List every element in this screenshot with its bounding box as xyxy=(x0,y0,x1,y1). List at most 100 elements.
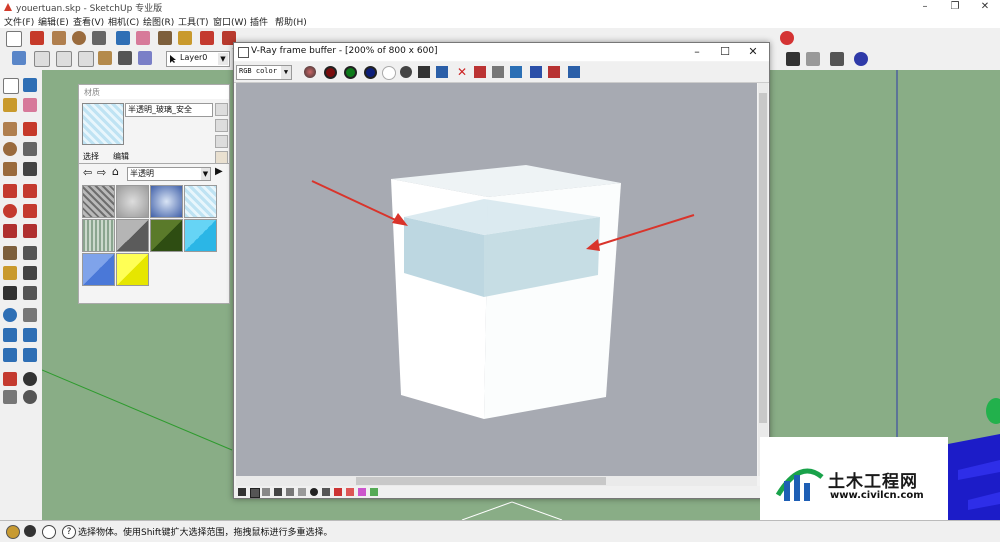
select-tool-icon[interactable] xyxy=(6,31,22,47)
material-swatch[interactable] xyxy=(150,219,183,252)
select-tool-icon[interactable] xyxy=(3,78,19,94)
ab-compare-icon[interactable] xyxy=(334,488,342,496)
pencil-tool-icon[interactable] xyxy=(30,31,44,45)
layer-dropdown[interactable]: Layer0 ▼ xyxy=(166,51,230,67)
material-swatch[interactable] xyxy=(82,253,115,286)
menu-tools[interactable]: 工具(T) xyxy=(178,15,209,28)
push-pull-icon[interactable] xyxy=(23,184,37,198)
scale-tool-icon[interactable] xyxy=(3,224,17,238)
redo-icon[interactable] xyxy=(806,52,820,66)
material-swatch[interactable] xyxy=(116,185,149,218)
vfb-maximize-button[interactable]: ☐ xyxy=(712,44,738,60)
rendered-image[interactable] xyxy=(236,83,757,476)
rectangle-tool-icon[interactable] xyxy=(3,122,17,136)
compare-icon[interactable] xyxy=(322,488,330,496)
create-material-icon[interactable] xyxy=(215,103,228,116)
save-image-icon[interactable] xyxy=(418,66,430,78)
scroll-thumb[interactable] xyxy=(356,477,606,485)
history-icon[interactable] xyxy=(238,488,246,496)
protractor-icon[interactable] xyxy=(3,266,17,280)
push-pull-icon[interactable] xyxy=(200,31,214,45)
orbit-tool-icon[interactable] xyxy=(3,308,17,322)
textured-style-icon[interactable] xyxy=(98,51,112,65)
text-tool-icon[interactable] xyxy=(23,266,37,280)
material-swatch[interactable] xyxy=(82,185,115,218)
menu-view[interactable]: 查看(V) xyxy=(73,15,104,28)
material-name-field[interactable]: 半透明_玻璃_安全 xyxy=(125,103,213,117)
clear-image-icon[interactable]: ✕ xyxy=(456,66,468,78)
iso-view-icon[interactable] xyxy=(12,51,26,65)
material-swatch[interactable] xyxy=(116,219,149,252)
default-material-icon[interactable] xyxy=(215,135,228,148)
position-camera-icon[interactable] xyxy=(3,372,17,386)
color-correction-icon[interactable] xyxy=(530,66,542,78)
arc-tool-icon[interactable] xyxy=(92,31,106,45)
channel-dropdown[interactable]: RGB color ▼ xyxy=(236,65,292,80)
material-swatch[interactable] xyxy=(150,185,183,218)
move-tool-icon[interactable] xyxy=(3,184,17,198)
circle-tool-icon[interactable] xyxy=(3,142,17,156)
material-swatch[interactable] xyxy=(184,219,217,252)
rectangle-tool-icon[interactable] xyxy=(52,31,66,45)
look-around-icon[interactable] xyxy=(23,372,37,386)
user-icon[interactable] xyxy=(42,525,56,539)
blue-channel-icon[interactable] xyxy=(364,66,377,79)
close-button[interactable]: ✕ xyxy=(970,0,1000,14)
display-srgb-icon[interactable] xyxy=(568,66,580,78)
exposure-icon[interactable] xyxy=(298,488,306,496)
vfb-close-button[interactable]: ✕ xyxy=(740,44,766,60)
walk-tool-icon[interactable] xyxy=(3,390,17,404)
material-swatch[interactable] xyxy=(82,219,115,252)
arc-tool-icon[interactable] xyxy=(23,142,37,156)
display-secondary-icon[interactable] xyxy=(215,119,228,132)
tape-measure-icon[interactable] xyxy=(3,246,17,260)
zoom-window-icon[interactable] xyxy=(23,328,37,342)
pan-tool-icon[interactable] xyxy=(23,308,37,322)
maximize-button[interactable]: ❐ xyxy=(940,0,970,14)
paint-bucket-icon[interactable] xyxy=(3,98,17,112)
back-arrow-icon[interactable]: ⇦ xyxy=(83,166,92,179)
right-view-icon[interactable] xyxy=(78,51,94,67)
color-wheel-icon[interactable] xyxy=(780,31,794,45)
zoom-extents-icon[interactable] xyxy=(3,348,17,362)
xray-style-icon[interactable] xyxy=(138,51,152,65)
make-component-icon[interactable] xyxy=(116,31,130,45)
minimize-button[interactable]: – xyxy=(910,0,940,14)
menu-camera[interactable]: 相机(C) xyxy=(108,15,139,28)
model-info-icon[interactable] xyxy=(854,52,868,66)
component-tool-icon[interactable] xyxy=(23,78,37,92)
vertical-scrollbar[interactable] xyxy=(758,83,768,476)
eraser-tool-icon[interactable] xyxy=(136,31,150,45)
stamp-icon[interactable] xyxy=(250,488,260,498)
vfb-minimize-button[interactable]: – xyxy=(684,44,710,60)
red-channel-icon[interactable] xyxy=(324,66,337,79)
circle-tool-icon[interactable] xyxy=(72,31,86,45)
home-icon[interactable]: ⌂ xyxy=(112,165,119,178)
zoom-tool-icon[interactable] xyxy=(3,328,17,342)
region-render-icon[interactable] xyxy=(510,66,522,78)
tape-measure-icon[interactable] xyxy=(158,31,172,45)
view-clamped-icon[interactable] xyxy=(370,488,378,496)
paint-bucket-icon[interactable] xyxy=(178,31,192,45)
undo-icon[interactable] xyxy=(786,52,800,66)
load-image-icon[interactable] xyxy=(436,66,448,78)
credits-icon[interactable] xyxy=(24,525,36,537)
3d-text-icon[interactable] xyxy=(23,286,37,300)
render-info-icon[interactable] xyxy=(262,488,270,496)
menu-draw[interactable]: 绘图(R) xyxy=(143,15,174,28)
forward-arrow-icon[interactable]: ⇨ xyxy=(97,166,106,179)
lens-effects-icon[interactable] xyxy=(310,488,318,496)
axes-tool-icon[interactable] xyxy=(3,286,17,300)
line-tool-icon[interactable] xyxy=(23,122,37,136)
material-collection-dropdown[interactable]: 半透明 ▼ xyxy=(127,167,211,181)
green-channel-icon[interactable] xyxy=(344,66,357,79)
material-swatch[interactable] xyxy=(116,253,149,286)
freehand-tool-icon[interactable] xyxy=(23,162,37,176)
menu-file[interactable]: 文件(F) xyxy=(4,15,34,28)
eraser-tool-icon[interactable] xyxy=(23,98,37,112)
scroll-thumb[interactable] xyxy=(759,93,767,423)
geo-location-icon[interactable] xyxy=(6,525,20,539)
levels-icon[interactable] xyxy=(274,488,282,496)
alpha-channel-icon[interactable] xyxy=(382,66,396,80)
horizontal-scrollbar[interactable] xyxy=(236,476,757,486)
